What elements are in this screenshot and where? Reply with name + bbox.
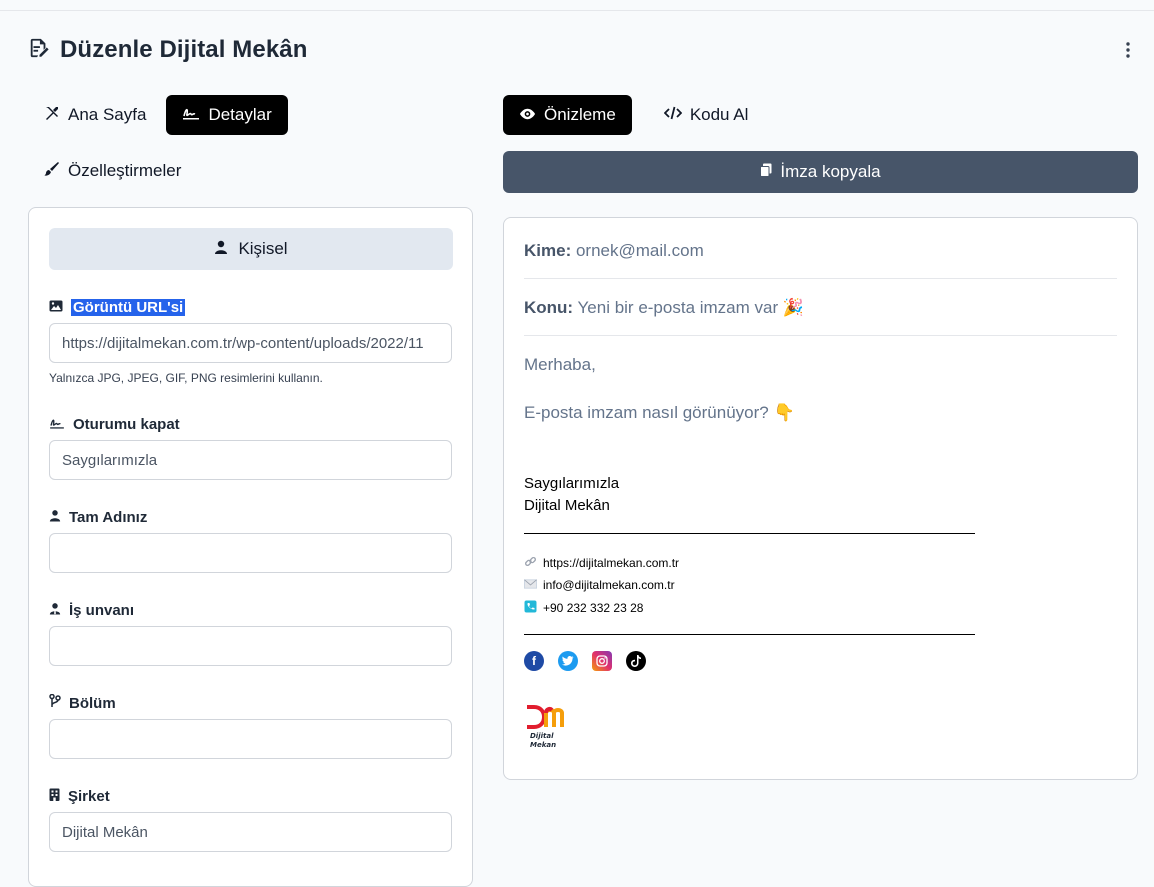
signature-icon: [49, 416, 65, 433]
company-label: Şirket: [68, 787, 110, 805]
copy-signature-button[interactable]: İmza kopyala: [503, 151, 1138, 193]
editor-tabs: Ana Sayfa Detaylar Özelleştirmeler: [28, 95, 472, 191]
preview-tabs: Önizleme Kodu Al: [503, 95, 764, 135]
tab-label: Kodu Al: [689, 105, 749, 124]
image-url-hint: Yalnızca JPG, JPEG, GIF, PNG resimlerini…: [49, 371, 323, 385]
facebook-icon[interactable]: f: [524, 651, 544, 671]
tab-label: Ana Sayfa: [68, 105, 147, 124]
email-to-value: ornek@mail.com: [575, 241, 704, 260]
email-preview-card: Kime: ornek@mail.com Konu: Yeni bir e-po…: [503, 217, 1138, 780]
field-job-title: İş unvanı: [49, 600, 453, 666]
tab-ozellestirmeler[interactable]: Özelleştirmeler: [28, 151, 197, 191]
signature-email[interactable]: info@dijitalmekan.com.tr: [543, 578, 675, 592]
signature-signoff: Saygılarımızla: [524, 475, 620, 492]
image-url-input[interactable]: [49, 323, 452, 363]
field-department: Bölüm: [49, 693, 453, 759]
tab-kodu-al[interactable]: Kodu Al: [648, 95, 765, 135]
user-icon: [49, 509, 61, 526]
editor-tab-row-2: Özelleştirmeler: [28, 151, 472, 191]
twitter-icon[interactable]: [558, 651, 578, 671]
editor-tab-row: Ana Sayfa Detaylar: [28, 95, 472, 135]
signature-website[interactable]: https://dijitalmekan.com.tr: [543, 556, 679, 570]
tab-label: Önizleme: [544, 105, 616, 124]
email-to-row: Kime: ornek@mail.com: [524, 241, 1117, 261]
tab-label: Detaylar: [208, 105, 272, 124]
field-image-url: Görüntü URL'si Yalnızca JPG, JPEG, GIF, …: [49, 297, 453, 385]
job-title-input[interactable]: [49, 626, 452, 666]
page-header: Düzenle Dijital Mekân: [28, 34, 1138, 66]
more-vertical-icon[interactable]: [1118, 38, 1138, 62]
signature-company: Dijital Mekân: [524, 497, 610, 514]
email-question: E-posta imzam nasıl görünüyor? 👇: [524, 403, 795, 422]
field-signoff: Oturumu kapat: [49, 414, 453, 480]
tab-ana-sayfa[interactable]: Ana Sayfa: [28, 95, 162, 135]
branch-icon: [49, 693, 61, 712]
eye-icon: [519, 105, 536, 125]
tiktok-icon[interactable]: [626, 651, 646, 671]
building-icon: [49, 788, 60, 805]
signature-rule: [524, 533, 975, 534]
page-title-wrap: Düzenle Dijital Mekân: [28, 36, 308, 64]
field-label: Bölüm: [49, 693, 453, 713]
image-icon: [49, 299, 63, 316]
page-title: Düzenle Dijital Mekân: [60, 36, 308, 63]
tab-onizleme[interactable]: Önizleme: [503, 95, 632, 135]
field-label: Şirket: [49, 786, 453, 806]
email-greeting: Merhaba,: [524, 355, 596, 374]
field-label: Görüntü URL'si: [49, 297, 453, 317]
department-label: Bölüm: [69, 694, 116, 712]
social-icons: f: [524, 651, 646, 671]
full-name-input[interactable]: [49, 533, 452, 573]
user-tie-icon: [49, 602, 61, 619]
code-icon: [663, 105, 683, 125]
field-full-name: Tam Adınız: [49, 507, 453, 573]
logo-text-line2: Mekan: [530, 741, 556, 749]
tab-label: Özelleştirmeler: [68, 161, 182, 180]
field-label: Oturumu kapat: [49, 414, 453, 434]
user-icon: [214, 239, 228, 259]
signature-icon: [182, 105, 200, 125]
tools-icon: [44, 105, 60, 126]
job-title-label: İş unvanı: [69, 601, 135, 619]
email-to-label: Kime:: [524, 241, 572, 260]
phone-icon: [524, 600, 537, 616]
edit-document-icon: [28, 37, 50, 64]
copy-icon: [760, 162, 772, 182]
signoff-input[interactable]: [49, 440, 452, 480]
brush-icon: [44, 161, 60, 182]
preview-divider: [524, 335, 1117, 336]
full-name-label: Tam Adınız: [69, 508, 148, 526]
company-input[interactable]: [49, 812, 452, 852]
section-label: Kişisel: [238, 239, 288, 258]
field-company: Şirket: [49, 786, 453, 852]
copy-button-label: İmza kopyala: [780, 162, 881, 181]
email-subject-value: Yeni bir e-posta imzam var 🎉: [577, 298, 805, 317]
tab-detaylar[interactable]: Detaylar: [166, 95, 288, 135]
section-kisisel-button[interactable]: Kişisel: [49, 228, 453, 270]
signoff-label: Oturumu kapat: [73, 415, 180, 433]
instagram-icon[interactable]: [592, 651, 612, 671]
field-label: Tam Adınız: [49, 507, 453, 527]
email-subject-label: Konu:: [524, 298, 574, 317]
image-url-label: Görüntü URL'si: [71, 298, 186, 316]
editor-form-card: Kişisel Görüntü URL'si Yalnızca JPG, JPE…: [28, 207, 473, 887]
signature-phone[interactable]: +90 232 332 23 28: [543, 601, 643, 615]
email-subject-row: Konu: Yeni bir e-posta imzam var 🎉: [524, 298, 1117, 318]
signature-website-row: https://dijitalmekan.com.tr: [524, 555, 679, 571]
signature-phone-row: +90 232 332 23 28: [524, 600, 643, 616]
mail-icon: [524, 578, 537, 592]
top-divider: [0, 10, 1154, 11]
company-logo: Dijital Mekan: [524, 703, 574, 753]
signature-block: Saygılarımızla Dijital Mekân: [524, 473, 619, 517]
field-label: İş unvanı: [49, 600, 453, 620]
logo-text-line1: Dijital: [530, 732, 554, 740]
preview-divider: [524, 278, 1117, 279]
signature-email-row: info@dijitalmekan.com.tr: [524, 578, 675, 592]
link-icon: [524, 555, 537, 571]
signature-rule: [524, 634, 975, 635]
department-input[interactable]: [49, 719, 452, 759]
